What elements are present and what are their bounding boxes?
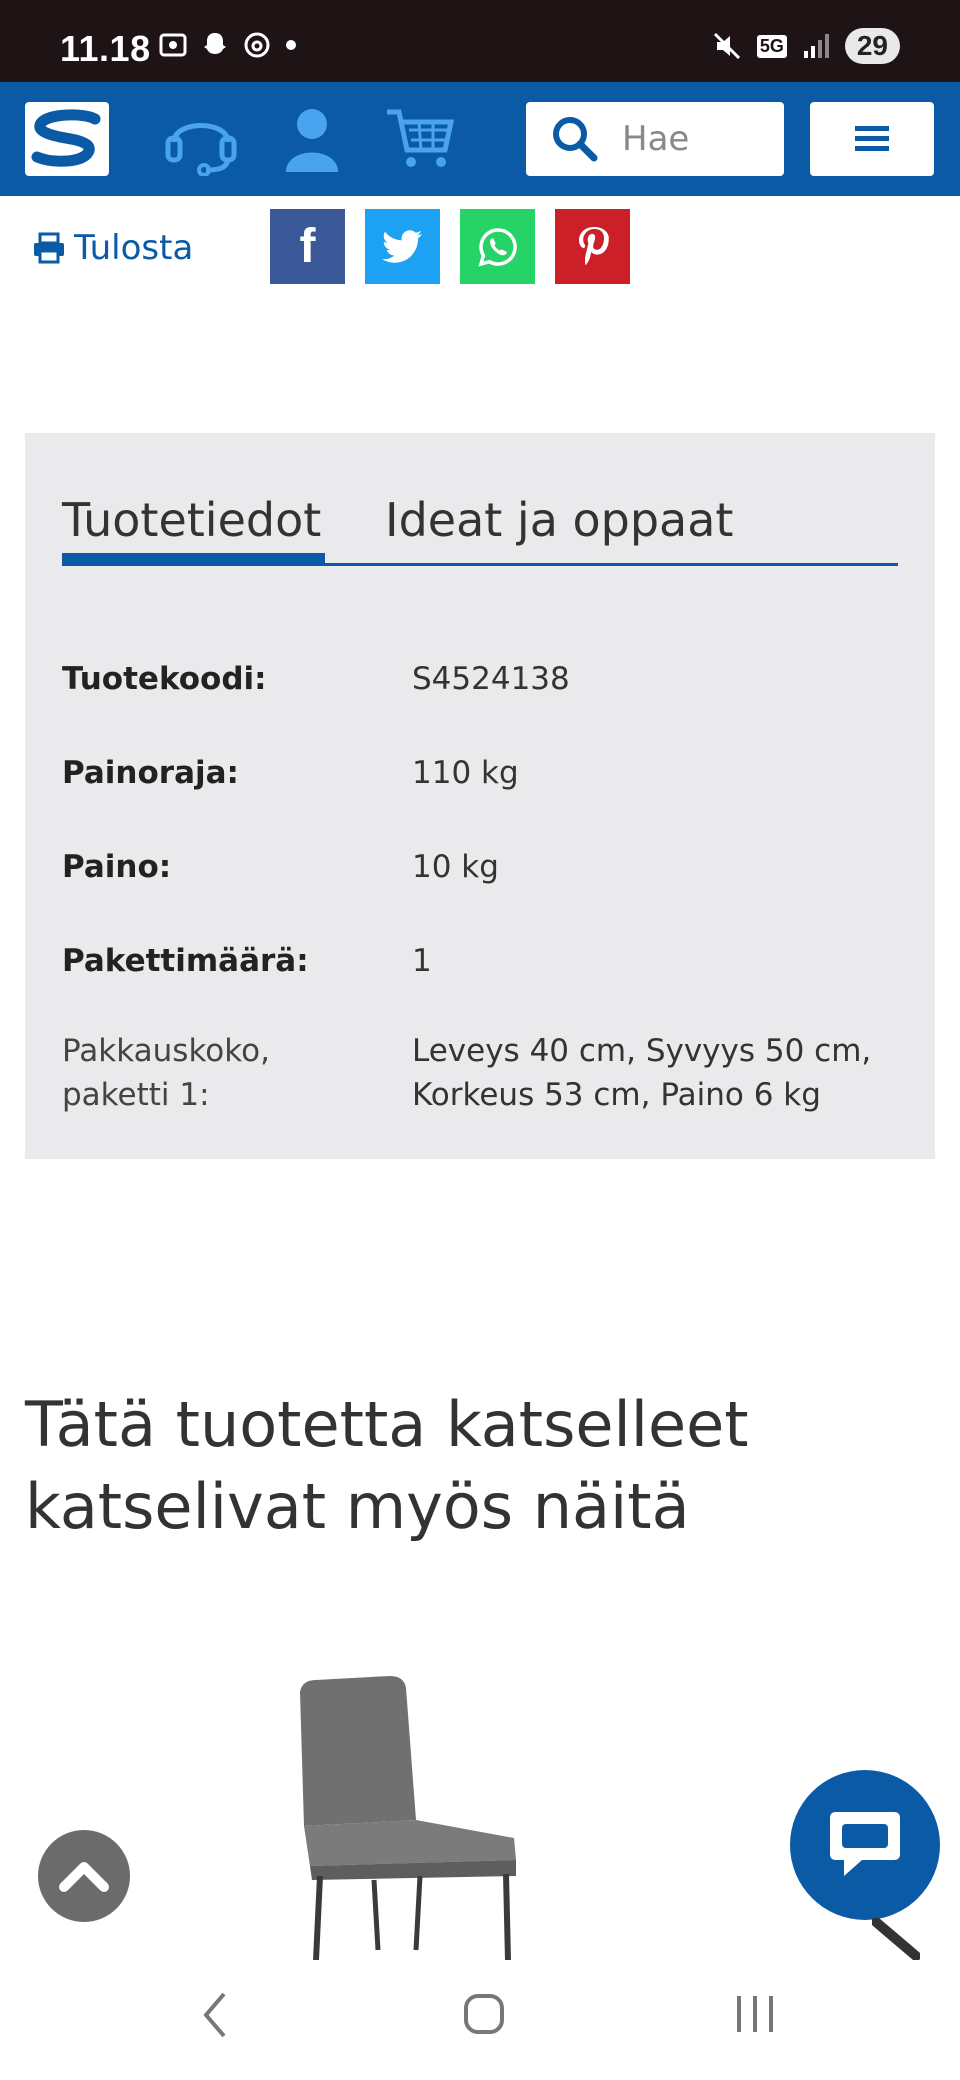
spec-label: Pakkauskoko, paketti 1: bbox=[62, 1029, 362, 1117]
whatsapp-icon bbox=[477, 227, 517, 267]
network-5g-icon: 5G bbox=[756, 34, 787, 58]
battery-indicator: 29 bbox=[844, 28, 900, 64]
status-bar: 11.18 5G 29 bbox=[0, 0, 960, 82]
screenshot-icon bbox=[159, 33, 187, 57]
logo-s-icon bbox=[31, 109, 101, 167]
spec-value: 1 bbox=[412, 943, 432, 979]
recommendations-heading-line: Tätä tuotetta katselleet bbox=[25, 1388, 749, 1461]
status-time: 11.18 bbox=[60, 28, 151, 69]
active-tab-indicator bbox=[62, 553, 325, 565]
search-input[interactable] bbox=[620, 118, 774, 160]
shopping-cart-icon[interactable] bbox=[385, 106, 455, 172]
facebook-icon: f bbox=[299, 220, 316, 273]
chat-button[interactable] bbox=[790, 1770, 940, 1920]
menu-button[interactable] bbox=[810, 102, 934, 176]
android-navigation-bar bbox=[0, 1960, 960, 2080]
site-logo[interactable] bbox=[25, 102, 109, 176]
spec-label: Paino: bbox=[62, 849, 172, 885]
tab-product-details[interactable]: Tuotetiedot bbox=[62, 493, 321, 547]
product-image-chair[interactable] bbox=[270, 1670, 530, 1960]
dot-icon bbox=[286, 40, 296, 50]
spec-value: 110 kg bbox=[412, 755, 519, 791]
spec-label: Pakettimäärä: bbox=[62, 943, 309, 979]
user-account-icon[interactable] bbox=[282, 106, 342, 174]
share-twitter-button[interactable] bbox=[365, 209, 440, 284]
partial-item-edge bbox=[872, 1918, 920, 1960]
product-info-panel: Tuotetiedot Ideat ja oppaat Tuotekoodi: … bbox=[25, 433, 935, 1159]
back-to-top-button[interactable] bbox=[38, 1830, 130, 1922]
spec-label-line: Pakkauskoko, bbox=[62, 1033, 270, 1069]
search-box[interactable] bbox=[526, 102, 784, 176]
recommendations-heading-line: katselivat myös näitä bbox=[25, 1470, 690, 1543]
recommendations-heading: Tätä tuotetta katselleet katselivat myös… bbox=[25, 1384, 805, 1548]
spec-value: Leveys 40 cm, Syvyys 50 cm, Korkeus 53 c… bbox=[412, 1029, 912, 1117]
spec-label-line: paketti 1: bbox=[62, 1077, 210, 1113]
share-pinterest-button[interactable] bbox=[555, 209, 630, 284]
print-label: Tulosta bbox=[74, 228, 194, 268]
chat-bubble-icon bbox=[830, 1812, 900, 1876]
spec-label: Painoraja: bbox=[62, 755, 239, 791]
pinterest-icon bbox=[578, 226, 609, 265]
chevron-up-icon bbox=[59, 1862, 109, 1892]
hamburger-menu-icon bbox=[855, 126, 889, 151]
site-header bbox=[0, 82, 960, 196]
threads-icon bbox=[244, 32, 270, 58]
nav-recent-apps-icon[interactable] bbox=[733, 1990, 777, 2038]
spec-value-line: Leveys 40 cm, Syvyys 50 cm, bbox=[412, 1033, 872, 1069]
tab-ideas-guides[interactable]: Ideat ja oppaat bbox=[385, 493, 733, 547]
print-link[interactable]: Tulosta bbox=[32, 228, 193, 268]
mute-icon bbox=[713, 32, 740, 60]
status-system-icons: 5G 29 bbox=[711, 28, 900, 64]
spec-value: 10 kg bbox=[412, 849, 499, 885]
search-icon[interactable] bbox=[550, 114, 600, 164]
share-whatsapp-button[interactable] bbox=[460, 209, 535, 284]
share-facebook-button[interactable]: f bbox=[270, 209, 345, 284]
spec-value: S4524138 bbox=[412, 661, 570, 697]
spec-row-package-size: Pakkauskoko, paketti 1: Leveys 40 cm, Sy… bbox=[62, 1029, 912, 1119]
signal-icon bbox=[803, 34, 829, 58]
product-tabs: Tuotetiedot Ideat ja oppaat bbox=[62, 493, 898, 566]
spec-value-line: Korkeus 53 cm, Paino 6 kg bbox=[412, 1077, 821, 1113]
snapchat-icon bbox=[204, 33, 226, 54]
customer-service-icon[interactable] bbox=[160, 106, 242, 176]
status-notification-icons bbox=[158, 30, 298, 60]
nav-back-icon[interactable] bbox=[200, 1990, 230, 2040]
printer-icon bbox=[34, 232, 64, 264]
twitter-icon bbox=[381, 229, 422, 263]
spec-label: Tuotekoodi: bbox=[62, 661, 267, 697]
nav-home-icon[interactable] bbox=[462, 1990, 506, 2038]
